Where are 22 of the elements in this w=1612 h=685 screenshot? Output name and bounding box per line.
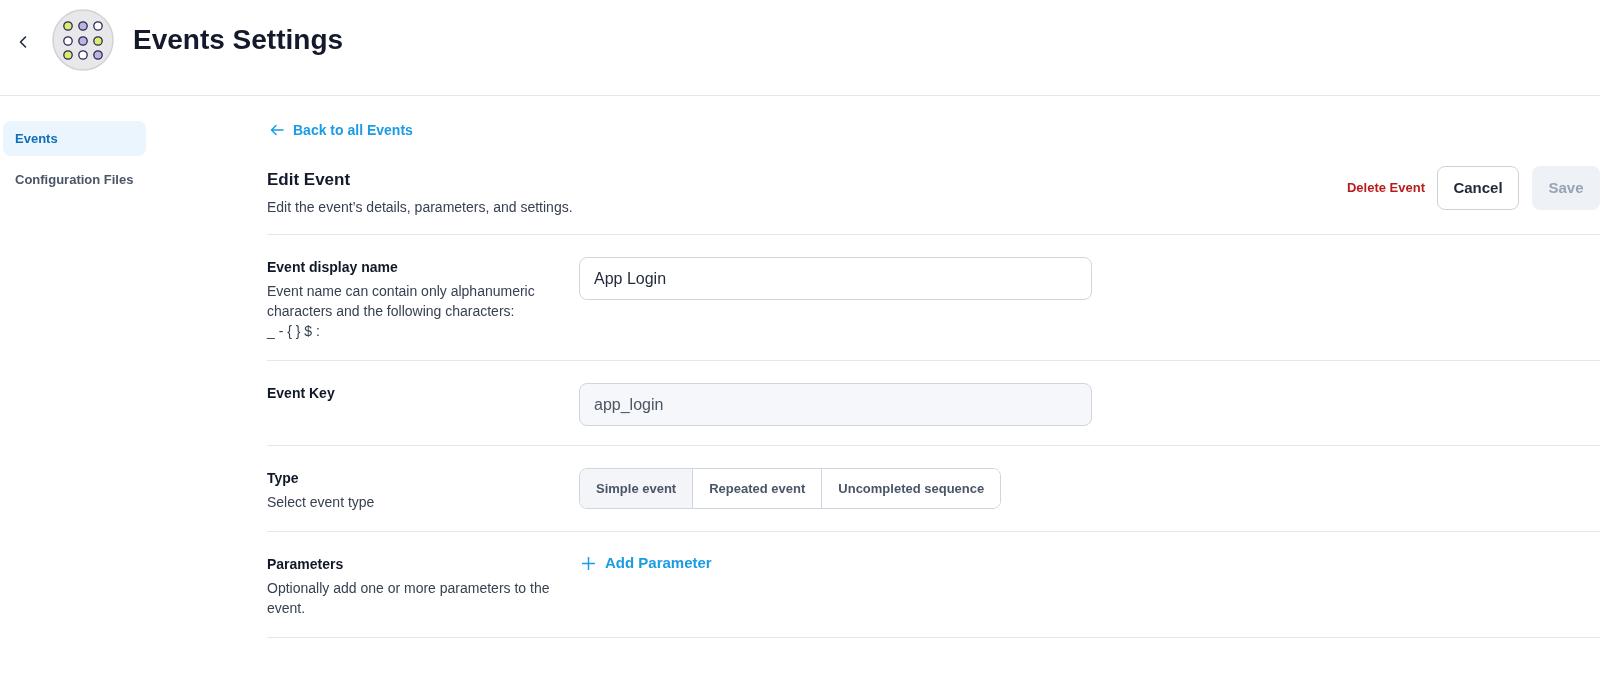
plus-icon: [582, 556, 595, 570]
arrow-left-icon: [270, 124, 284, 136]
back-chevron-icon[interactable]: [19, 36, 27, 48]
field-label: Parameters: [267, 555, 344, 574]
delete-button[interactable]: Delete Event: [1346, 178, 1425, 198]
allowed-characters-text: _ - { } $ :: [267, 322, 320, 341]
field-label: Event display name: [267, 258, 398, 277]
sidebar-item[interactable]: Events: [3, 121, 146, 156]
section-description: Edit the event’s details, parameters, and settings.: [267, 198, 573, 217]
field-help-text: Event name can contain only alphanumeric characters and the following characters:: [267, 282, 536, 321]
segment-option[interactable]: Uncompleted sequence: [821, 469, 1001, 508]
input-field[interactable]: App Login: [579, 257, 1092, 300]
logo-icon: [52, 9, 114, 71]
page-title: Events Settings: [133, 23, 344, 57]
field-label: Event Key: [267, 384, 335, 403]
section-title: Edit Event: [267, 169, 351, 191]
cancel-button[interactable]: Cancel: [1437, 166, 1519, 210]
segment-option[interactable]: Simple event: [580, 469, 693, 508]
field-help-text: Optionally add one or more parameters to the event.: [267, 579, 551, 618]
field-label: Type: [267, 469, 299, 488]
sidebar-item[interactable]: Configuration Files: [3, 162, 146, 197]
field-help-text: Select event type: [267, 493, 375, 512]
